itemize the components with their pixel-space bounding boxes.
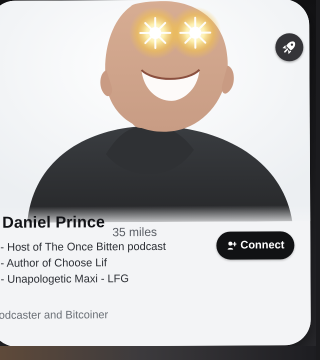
profile-bio: - Host of The Once Bitten podcast - Auth… xyxy=(0,239,210,288)
bio-line: - Author of Choose Lif xyxy=(0,257,107,270)
profile-distance: 35 miles xyxy=(112,224,158,240)
background-strip xyxy=(0,346,316,360)
person-add-icon xyxy=(227,241,237,250)
profile-name: Daniel Prince xyxy=(2,214,105,232)
bio-line: - Unapologetic Maxi - LFG xyxy=(0,273,129,286)
stage: Daniel Prince 35 miles Connect - Host of… xyxy=(0,0,316,360)
profile-photo xyxy=(0,0,311,223)
profile-photo-illustration xyxy=(0,0,311,223)
profile-subtitle: odcaster and Bitcoiner xyxy=(0,309,109,322)
verification-badge[interactable] xyxy=(275,33,304,62)
connect-button[interactable]: Connect xyxy=(216,231,295,260)
rocket-icon xyxy=(282,41,296,55)
profile-card[interactable]: Daniel Prince 35 miles Connect - Host of… xyxy=(0,0,311,347)
connect-label: Connect xyxy=(240,239,285,252)
bio-line: - Host of The Once Bitten podcast xyxy=(0,240,166,254)
